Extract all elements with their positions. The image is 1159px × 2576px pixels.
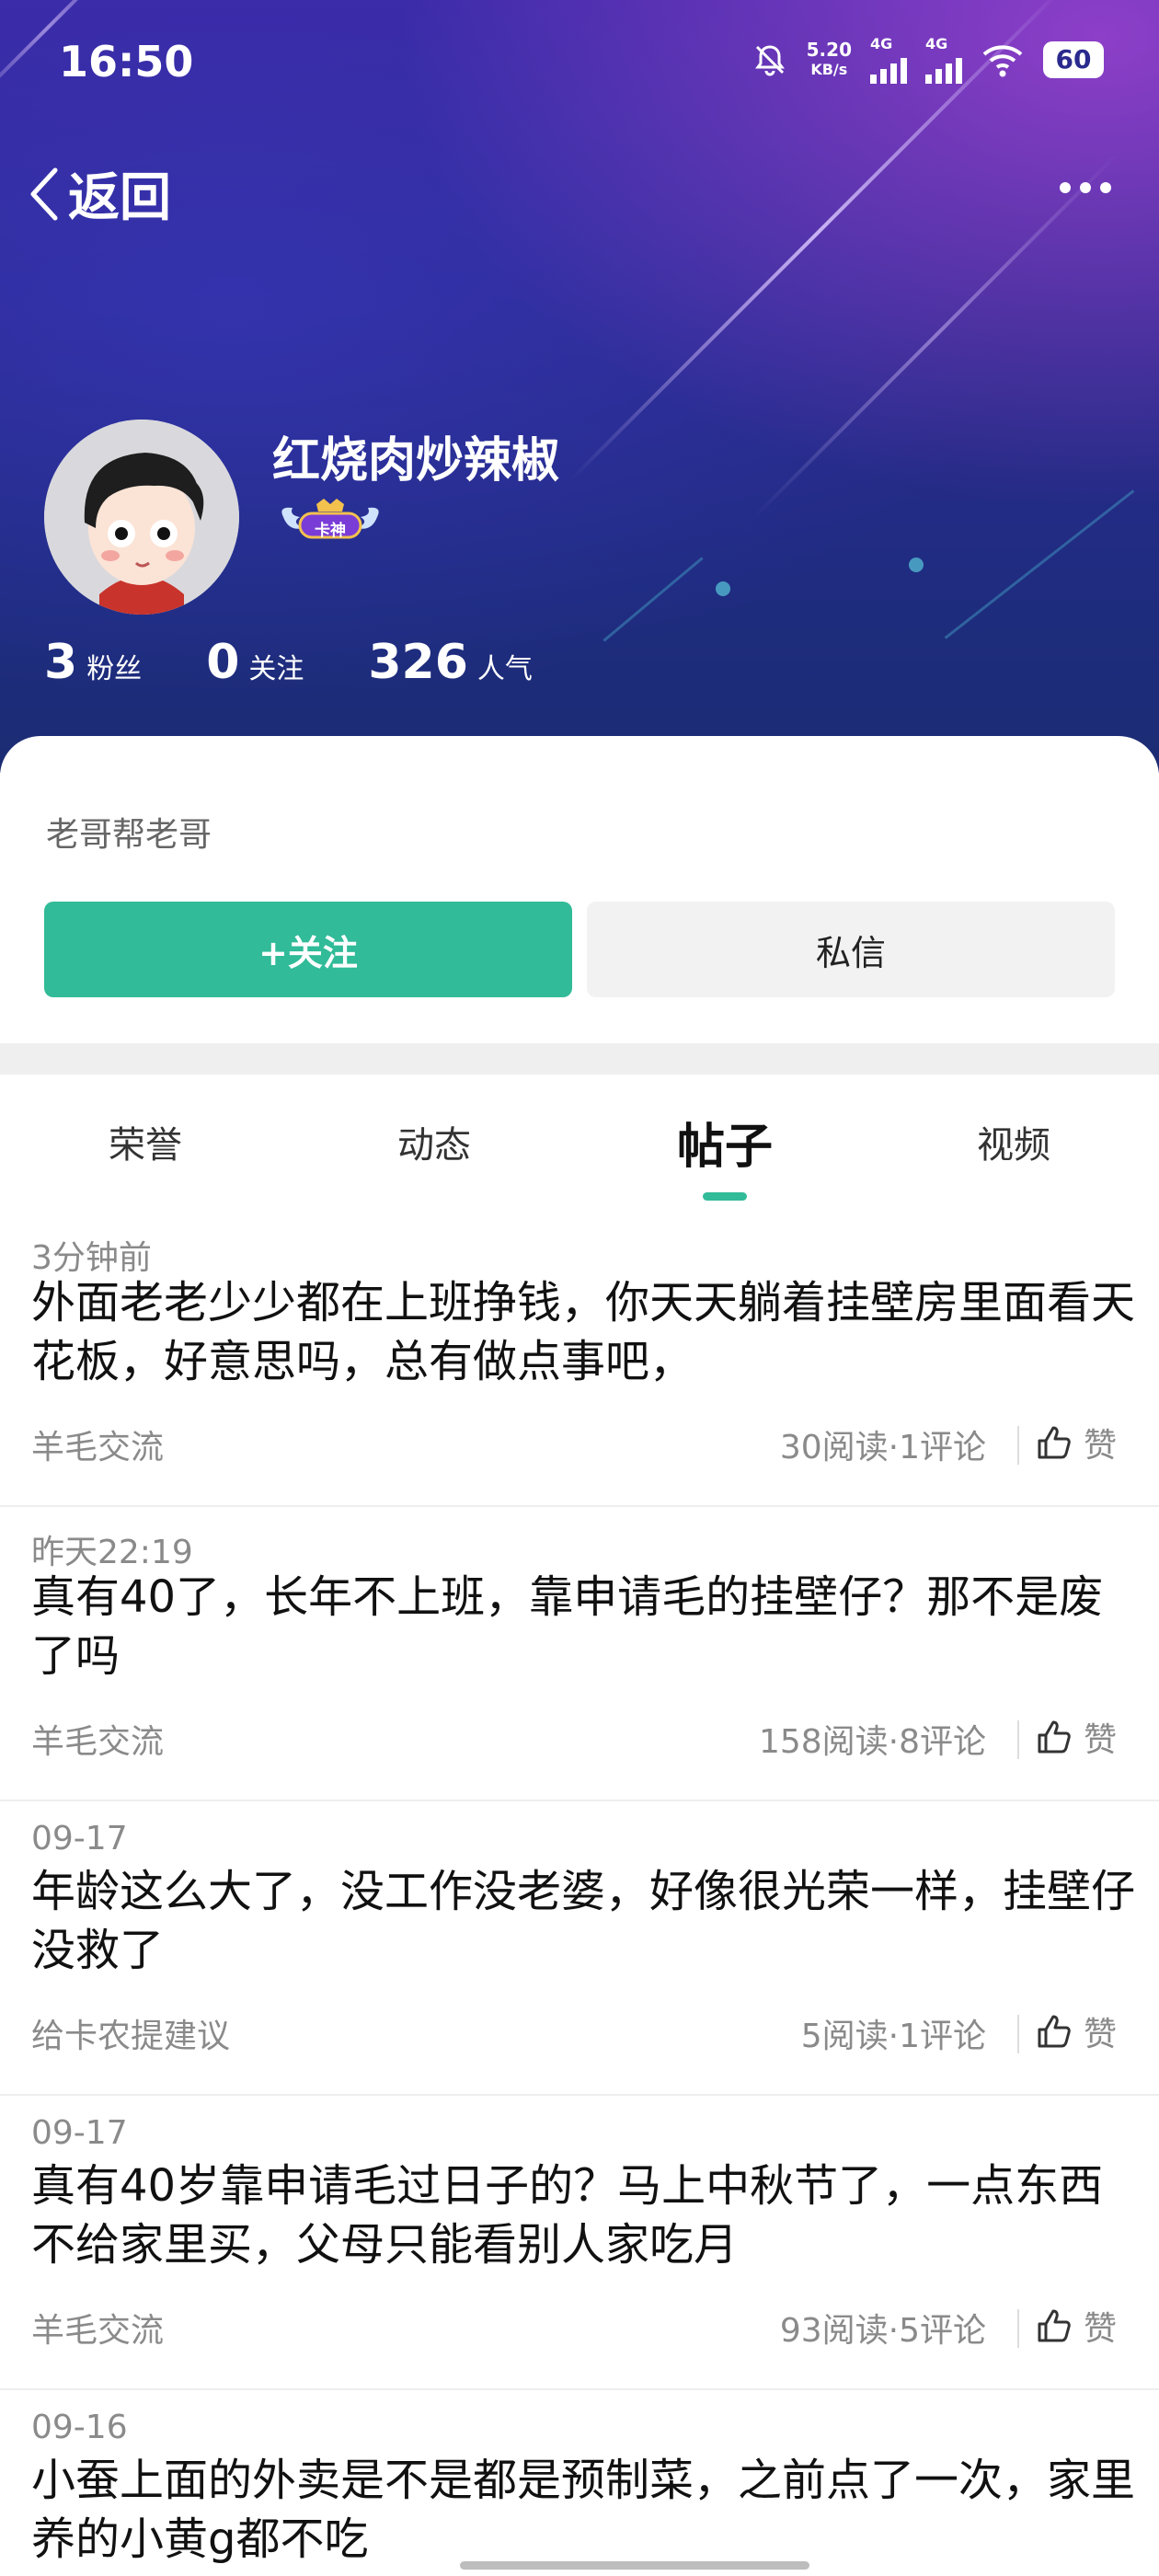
post-category[interactable]: 羊毛交流 bbox=[31, 1715, 164, 1763]
wifi-icon bbox=[982, 44, 1023, 76]
username: 红烧肉炒辣椒 bbox=[272, 433, 560, 489]
stat-popularity: 326 人气 bbox=[368, 635, 533, 690]
net-speed: 5.20 KB/s bbox=[807, 40, 852, 80]
stat-value: 0 bbox=[206, 635, 240, 690]
follow-button[interactable]: +关注 bbox=[44, 902, 572, 997]
post-stats: 5阅读·1评论 bbox=[800, 2018, 986, 2055]
like-button[interactable]: 赞 bbox=[1036, 1419, 1117, 1466]
bio-text: 老哥帮老哥 bbox=[46, 816, 212, 854]
post-item[interactable]: 09-17 真有40岁靠申请毛过日子的？马上中秋节了，一点东西不给家里买，父母只… bbox=[0, 2096, 1159, 2390]
post-time: 昨天22:19 bbox=[31, 1534, 193, 1571]
decor-streak bbox=[752, 151, 1120, 519]
status-bar: 16:50 5.20 KB/s 4G 4G 60 bbox=[0, 0, 1159, 120]
like-button[interactable]: 赞 bbox=[1036, 2302, 1117, 2350]
avatar[interactable] bbox=[44, 420, 239, 615]
post-category[interactable]: 给卡农提建议 bbox=[31, 2009, 230, 2057]
stat-fans[interactable]: 3 粉丝 bbox=[44, 635, 142, 690]
signal-label: 4G bbox=[925, 35, 948, 52]
divider bbox=[1017, 1720, 1019, 1759]
signal-icon: 4G bbox=[870, 35, 907, 84]
post-stats: 93阅读·5评论 bbox=[779, 2312, 986, 2350]
profile-card: 老哥帮老哥 +关注 私信 bbox=[0, 736, 1159, 1043]
thumbs-up-icon bbox=[1038, 2309, 1071, 2342]
divider bbox=[1017, 2015, 1019, 2053]
post-item[interactable]: 09-17 年龄这么大了，没工作没老婆，好像很光荣一样，挂壁仔没救了 给卡农提建… bbox=[0, 1801, 1159, 2096]
signal-icon: 4G bbox=[925, 35, 962, 84]
profile-tabs: 荣誉 动态 帖子 视频 bbox=[0, 1075, 1159, 1213]
post-title[interactable]: 真有40岁靠申请毛过日子的？马上中秋节了，一点东西不给家里买，父母只能看别人家吃… bbox=[31, 2156, 1135, 2274]
post-stats: 158阅读·8评论 bbox=[758, 1723, 986, 1761]
stat-following[interactable]: 0 关注 bbox=[206, 635, 304, 690]
post-title[interactable]: 小蚕上面的外卖是不是都是预制菜，之前点了一次，家里养的小黄g都不吃 bbox=[31, 2451, 1135, 2569]
tab-activity[interactable]: 动态 bbox=[315, 1115, 554, 1168]
decor-dot bbox=[909, 558, 924, 572]
stat-value: 3 bbox=[44, 635, 78, 690]
post-title[interactable]: 外面老老少少都在上班挣钱，你天天躺着挂壁房里面看天花板，好意思吗，总有做点事吧， bbox=[31, 1273, 1135, 1391]
mute-bell-icon bbox=[754, 44, 785, 75]
divider bbox=[1017, 1426, 1019, 1465]
post-category[interactable]: 羊毛交流 bbox=[31, 2304, 164, 2352]
back-button[interactable]: 返回 bbox=[28, 156, 171, 231]
profile-stats: 3 粉丝 0 关注 326 人气 bbox=[44, 635, 597, 690]
decor-dot bbox=[716, 581, 730, 596]
profile-header: 16:50 5.20 KB/s 4G 4G 60 返回 红烧肉炒辣椒 卡神 3 … bbox=[0, 0, 1159, 773]
post-time: 09-17 bbox=[31, 1820, 128, 1857]
stat-label: 人气 bbox=[476, 653, 533, 685]
stat-label: 粉丝 bbox=[86, 653, 143, 685]
net-speed-value: 5.20 bbox=[806, 38, 852, 61]
chevron-left-icon bbox=[30, 167, 58, 220]
post-time: 09-17 bbox=[31, 2114, 128, 2152]
decor-circuit bbox=[944, 489, 1135, 639]
like-button[interactable]: 赞 bbox=[1036, 2007, 1117, 2055]
like-button[interactable]: 赞 bbox=[1036, 1713, 1117, 1761]
card-god-badge[interactable]: 卡神 bbox=[276, 497, 384, 546]
status-time: 16:50 bbox=[59, 37, 194, 86]
signal-label: 4G bbox=[870, 35, 893, 52]
badge-label: 卡神 bbox=[315, 522, 346, 540]
message-button[interactable]: 私信 bbox=[587, 902, 1115, 997]
like-label: 赞 bbox=[1084, 1427, 1118, 1465]
tab-honors[interactable]: 荣誉 bbox=[26, 1115, 265, 1168]
post-category[interactable]: 羊毛交流 bbox=[31, 1420, 164, 1468]
post-item[interactable]: 昨天22:19 真有40了，长年不上班，靠申请毛的挂壁仔？那不是废了吗 羊毛交流… bbox=[0, 1507, 1159, 1801]
net-speed-unit: KB/s bbox=[810, 60, 848, 78]
thumbs-up-icon bbox=[1038, 1426, 1071, 1459]
tab-videos[interactable]: 视频 bbox=[894, 1115, 1133, 1168]
post-title[interactable]: 年龄这么大了，没工作没老婆，好像很光荣一样，挂壁仔没救了 bbox=[31, 1862, 1135, 1980]
post-time: 3分钟前 bbox=[31, 1239, 152, 1277]
stat-value: 326 bbox=[368, 635, 468, 690]
post-item[interactable]: 3分钟前 外面老老少少都在上班挣钱，你天天躺着挂壁房里面看天花板，好意思吗，总有… bbox=[0, 1213, 1159, 1507]
more-options-icon[interactable] bbox=[1060, 182, 1111, 193]
like-label: 赞 bbox=[1084, 1721, 1118, 1759]
post-stats: 30阅读·1评论 bbox=[779, 1429, 986, 1466]
back-label: 返回 bbox=[68, 168, 171, 228]
divider bbox=[1017, 2309, 1019, 2348]
thumbs-up-icon bbox=[1038, 2015, 1071, 2048]
like-label: 赞 bbox=[1084, 2016, 1118, 2053]
decor-circuit bbox=[602, 557, 704, 642]
like-label: 赞 bbox=[1084, 2310, 1118, 2348]
tab-posts[interactable]: 帖子 bbox=[605, 1108, 844, 1177]
post-item[interactable]: 09-16 小蚕上面的外卖是不是都是预制菜，之前点了一次，家里养的小黄g都不吃 bbox=[0, 2390, 1159, 2576]
thumbs-up-icon bbox=[1038, 1720, 1071, 1754]
post-time: 09-16 bbox=[31, 2409, 128, 2446]
battery-icon: 60 bbox=[1043, 40, 1104, 78]
stat-label: 关注 bbox=[248, 653, 304, 685]
post-title[interactable]: 真有40了，长年不上班，靠申请毛的挂壁仔？那不是废了吗 bbox=[31, 1568, 1135, 1685]
home-indicator[interactable] bbox=[460, 2561, 809, 2570]
cartoon-boy-avatar-icon bbox=[44, 420, 239, 615]
active-tab-indicator bbox=[703, 1192, 747, 1201]
status-icons: 5.20 KB/s 4G 4G 60 bbox=[752, 35, 1104, 84]
section-divider bbox=[0, 1043, 1159, 1075]
